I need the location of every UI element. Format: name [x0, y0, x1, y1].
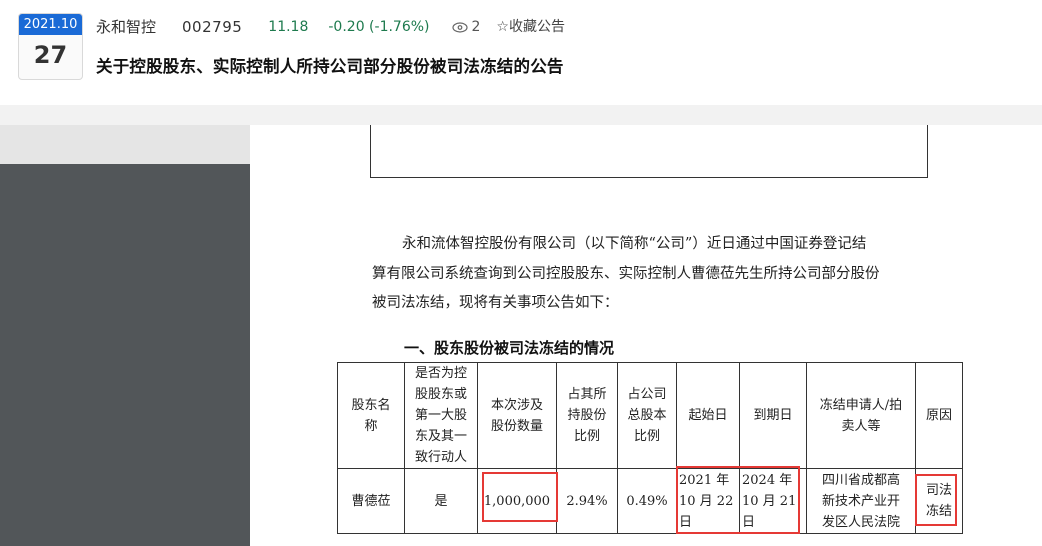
paragraph-line: 永和流体智控股份有限公司（以下简称“公司”）近日通过中国证券登记结	[402, 236, 867, 252]
date-year-month: 2021.10	[19, 14, 82, 35]
stock-change: -0.20 (-1.76%)	[328, 19, 430, 35]
paragraph-line: 被司法冻结，现将有关事项公告如下：	[372, 295, 619, 311]
header-start-date: 起始日	[676, 362, 740, 469]
cell-reason: 司法 冻结	[915, 468, 963, 534]
header-applicant: 冻结申请人/拍 卖人等	[806, 362, 916, 469]
document-paragraph: 永和流体智控股份有限公司（以下简称“公司”）近日通过中国证券登记结 算有限公司系…	[372, 230, 932, 319]
announcement-title: 关于控股股东、实际控制人所持公司部分股份被司法冻结的公告	[96, 57, 564, 76]
section-title: 一、股东股份被司法冻结的情况	[404, 339, 615, 357]
stock-code[interactable]: 002795	[182, 16, 242, 38]
company-name[interactable]: 永和智控	[96, 16, 156, 38]
cell-pct-holdings: 2.94%	[556, 468, 618, 534]
header-reason: 原因	[915, 362, 963, 469]
freeze-table: 股东名称 是否为控 股股东或 第一大股 东及其一 致行动人 本次涉及 股份数量 占其所 持股…	[337, 362, 963, 534]
header-shareholder: 股东名称	[337, 362, 405, 469]
cell-pct-total: 0.49%	[617, 468, 677, 534]
stock-meta-row: 永和智控 002795 11.18 -0.20 (-1.76%) 2 ☆收藏公告	[96, 16, 565, 38]
eye-icon	[451, 21, 468, 33]
view-count-value: 2	[471, 19, 481, 35]
table-row: 曹德莅 是 1,000,000 2.94% 0.49% 2021 年 10 月 2…	[337, 468, 963, 534]
paragraph-line: 算有限公司系统查询到公司控股股东、实际控制人曹德莅先生所持公司部分股份	[372, 265, 880, 282]
table-header-row: 股东名称 是否为控 股股东或 第一大股 东及其一 致行动人 本次涉及 股份数量 占其所 持股…	[337, 362, 963, 469]
header-divider	[0, 105, 1042, 125]
cell-shares: 1,000,000	[477, 468, 557, 534]
cell-end-date: 2024 年 10 月 21 日	[739, 468, 807, 534]
header-pct-total: 占公司 总股本 比例	[617, 362, 677, 469]
cell-shareholder: 曹德莅	[337, 468, 405, 534]
header-is-controlling: 是否为控 股股东或 第一大股 东及其一 致行动人	[404, 362, 478, 469]
header-shares: 本次涉及 股份数量	[477, 362, 557, 469]
view-count: 2	[451, 16, 481, 38]
header-end-date: 到期日	[739, 362, 807, 469]
date-day: 27	[33, 41, 68, 69]
viewer-side-panel	[0, 164, 250, 546]
stock-price: 11.18	[268, 19, 309, 35]
date-badge: 2021.10 27	[18, 13, 83, 80]
header-pct-holdings: 占其所 持股份 比例	[556, 362, 618, 469]
favorite-button[interactable]: ☆收藏公告	[496, 16, 565, 38]
cell-start-date: 2021 年 10 月 22 日	[676, 468, 740, 534]
cell-applicant: 四川省成都高 新技术产业开 发区人民法院	[806, 468, 916, 534]
cell-is-controlling: 是	[404, 468, 478, 534]
document-header-box	[370, 125, 928, 178]
